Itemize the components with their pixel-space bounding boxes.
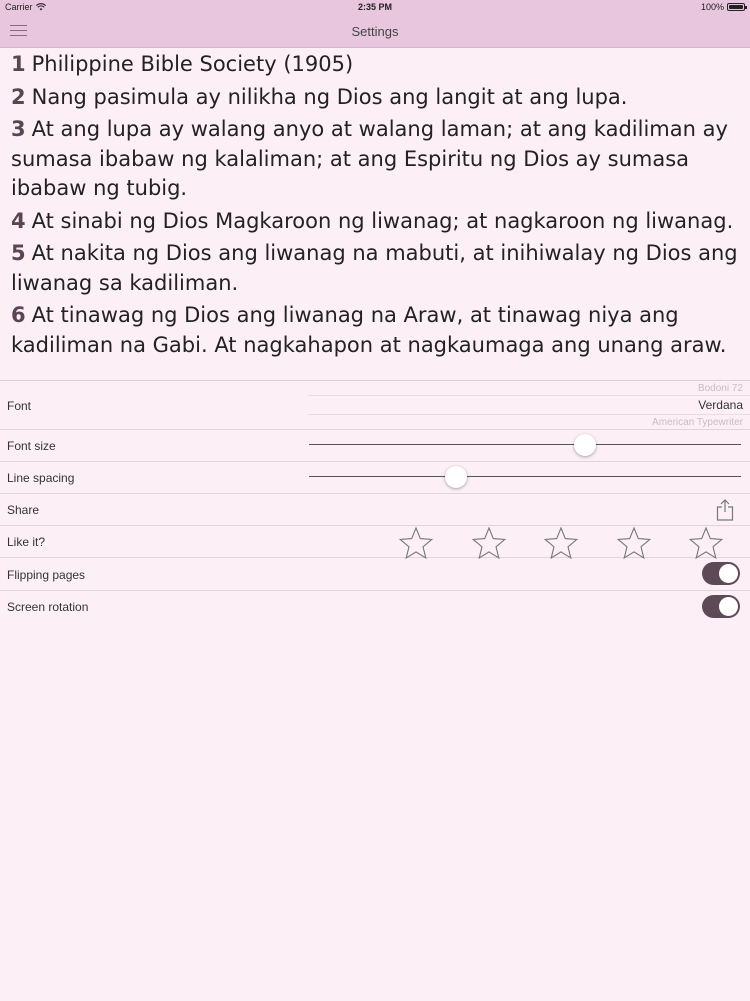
verse: 2 Nang pasimula ay nilikha ng Dios ang la…: [11, 83, 746, 113]
battery-icon: [727, 3, 747, 11]
screen-rotation-row: Screen rotation: [0, 591, 750, 623]
verse-number: 6: [11, 303, 26, 327]
battery-percent: 100%: [700, 2, 724, 12]
line-spacing-label: Line spacing: [7, 471, 75, 485]
clock: 2:35 PM: [357, 2, 392, 12]
screen-rotation-label: Screen rotation: [7, 600, 89, 614]
font-size-row: Font size: [0, 430, 750, 462]
star-icon[interactable]: [398, 526, 434, 560]
star-icon[interactable]: [616, 526, 652, 560]
share-row[interactable]: Share: [0, 494, 750, 526]
flipping-pages-label: Flipping pages: [7, 568, 86, 582]
status-bar: Carrier 2:35 PM 100%: [0, 0, 750, 15]
flipping-pages-toggle[interactable]: [702, 562, 740, 585]
verse: 5 At nakita ng Dios ang liwanag na mabuti…: [11, 239, 746, 298]
font-picker[interactable]: Bodoni 72 Verdana American Typewriter: [308, 381, 750, 429]
verse-text: At nakita ng Dios ang liwanag na mabuti,…: [11, 241, 738, 295]
like-row: Like it?: [0, 526, 750, 560]
share-icon[interactable]: [716, 499, 734, 521]
settings-panel: Font Bodoni 72 Verdana American Typewrit…: [0, 380, 750, 1001]
font-size-slider[interactable]: [309, 431, 741, 459]
font-size-label: Font size: [7, 439, 56, 453]
flipping-pages-row: Flipping pages: [0, 558, 750, 591]
verse-number: 1: [11, 52, 26, 76]
line-spacing-slider-knob[interactable]: [444, 466, 467, 488]
font-option-previous[interactable]: Bodoni 72: [698, 383, 743, 394]
font-option-next[interactable]: American Typewriter: [652, 417, 743, 428]
font-row: Font Bodoni 72 Verdana American Typewrit…: [0, 381, 750, 430]
verse-text: At tinawag ng Dios ang liwanag na Araw, …: [11, 303, 727, 357]
verse-text: Nang pasimula ay nilikha ng Dios ang lan…: [31, 84, 628, 109]
like-label: Like it?: [7, 535, 46, 549]
verse: 4 At sinabi ng Dios Magkaroon ng liwanag;…: [11, 207, 746, 237]
star-icon[interactable]: [543, 526, 579, 560]
verse-text: At sinabi ng Dios Magkaroon ng liwanag; …: [31, 208, 734, 233]
star-icon[interactable]: [688, 526, 724, 560]
page-title: Settings: [351, 24, 399, 39]
verse-text: At ang lupa ay walang anyo at walang lam…: [11, 117, 728, 200]
scripture-text[interactable]: 1 Philippine Bible Society (1905) 2 Nang pa…: [11, 50, 746, 380]
screen-rotation-toggle[interactable]: [702, 595, 740, 618]
share-label: Share: [7, 503, 40, 517]
line-spacing-row: Line spacing: [0, 462, 750, 494]
line-spacing-slider[interactable]: [309, 463, 741, 491]
navigation-bar: Settings: [0, 15, 750, 48]
verse: 3 At ang lupa ay walang anyo at walang la…: [11, 115, 746, 204]
verse-text: Philippine Bible Society (1905): [31, 52, 354, 76]
verse-number: 4: [11, 208, 26, 233]
font-option-selected[interactable]: Verdana: [698, 398, 743, 412]
verse: 1 Philippine Bible Society (1905): [11, 50, 746, 80]
verse-number: 2: [11, 84, 26, 109]
rating-stars[interactable]: [398, 526, 738, 560]
font-label: Font: [7, 399, 32, 413]
verse: 6 At tinawag ng Dios ang liwanag na Araw,…: [11, 301, 746, 360]
verse-number: 3: [11, 117, 26, 141]
star-icon[interactable]: [471, 526, 507, 560]
verse-number: 5: [11, 241, 26, 265]
battery-indicator: 100%: [700, 2, 747, 12]
font-size-slider-knob[interactable]: [574, 434, 597, 456]
